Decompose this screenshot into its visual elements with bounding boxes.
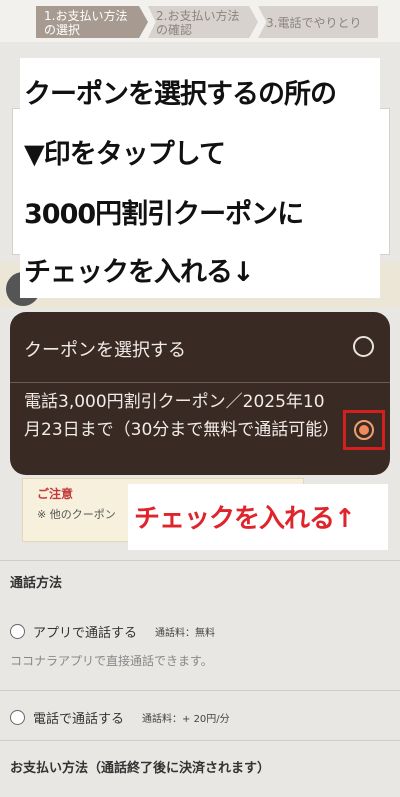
step-2-line2: の確認 bbox=[156, 23, 193, 37]
instruction-callout-bottom: チェックを入れる↑ bbox=[128, 484, 388, 550]
instruction-callout-top: クーポンを選択するの所の ▼印をタップして 3000円割引クーポンに チェックを… bbox=[20, 58, 380, 298]
step-1: 1.お支払い方法 の選択 bbox=[36, 6, 148, 38]
call-option-app-fee: 通話料：無料 bbox=[155, 628, 216, 639]
divider bbox=[0, 690, 400, 691]
step-2: 2.お支払い方法 の確認 bbox=[148, 6, 258, 38]
coupon-select-header[interactable]: クーポンを選択する bbox=[10, 312, 390, 382]
call-option-phone[interactable]: 電話で通話する 通話料：+ 20円/分 bbox=[10, 708, 230, 727]
call-option-phone-fee: 通話料：+ 20円/分 bbox=[142, 714, 230, 725]
radio-selected-dot bbox=[359, 425, 369, 435]
instruction-line-4: チェックを入れる↓ bbox=[24, 257, 255, 288]
coupon-option-radio[interactable] bbox=[354, 420, 374, 440]
coupon-dropdown: クーポンを選択する 電話3,000円割引クーポン／2025年10月23日まで（3… bbox=[10, 312, 390, 475]
instruction-line-2: ▼印をタップして bbox=[24, 139, 226, 170]
call-method-label: 通話方法 bbox=[10, 576, 63, 591]
notice-title: ご注意 bbox=[37, 487, 74, 501]
call-option-app-label: アプリで通話する bbox=[33, 626, 138, 641]
step-3-line1: 3.電話でやりとり bbox=[266, 16, 362, 30]
coupon-option-label[interactable]: 電話3,000円割引クーポン／2025年10月23日まで（30分まで無料で通話可… bbox=[24, 388, 339, 444]
instruction-line-1: クーポンを選択するの所の bbox=[24, 79, 337, 110]
coupon-divider bbox=[10, 382, 390, 383]
payment-method-label: お支払い方法（通話終了後に決済されます） bbox=[10, 761, 271, 776]
instruction-line-3: 3000円割引クーポンに bbox=[24, 199, 304, 230]
step-indicator: 1.お支払い方法 の選択 2.お支払い方法 の確認 3.電話でやりとり bbox=[0, 0, 400, 42]
call-option-app-desc: ココナラアプリで直接通話できます。 bbox=[10, 654, 213, 668]
instruction-check-text: チェックを入れる↑ bbox=[134, 504, 356, 534]
coupon-none-radio[interactable] bbox=[353, 336, 374, 357]
divider bbox=[0, 560, 400, 561]
notice-body: ※ 他のクーポン bbox=[37, 508, 116, 521]
step-1-line1: 1.お支払い方法 bbox=[44, 9, 128, 23]
coupon-radio-highlight bbox=[343, 410, 385, 450]
divider bbox=[0, 740, 400, 741]
call-option-phone-label: 電話で通話する bbox=[33, 712, 125, 727]
step-3: 3.電話でやりとり bbox=[258, 6, 378, 38]
step-2-line1: 2.お支払い方法 bbox=[156, 9, 240, 23]
coupon-select-title: クーポンを選択する bbox=[24, 340, 186, 361]
radio-app[interactable] bbox=[10, 624, 25, 639]
call-option-app[interactable]: アプリで通話する 通話料：無料 bbox=[10, 622, 215, 641]
radio-phone[interactable] bbox=[10, 710, 25, 725]
step-1-line2: の選択 bbox=[44, 23, 81, 37]
